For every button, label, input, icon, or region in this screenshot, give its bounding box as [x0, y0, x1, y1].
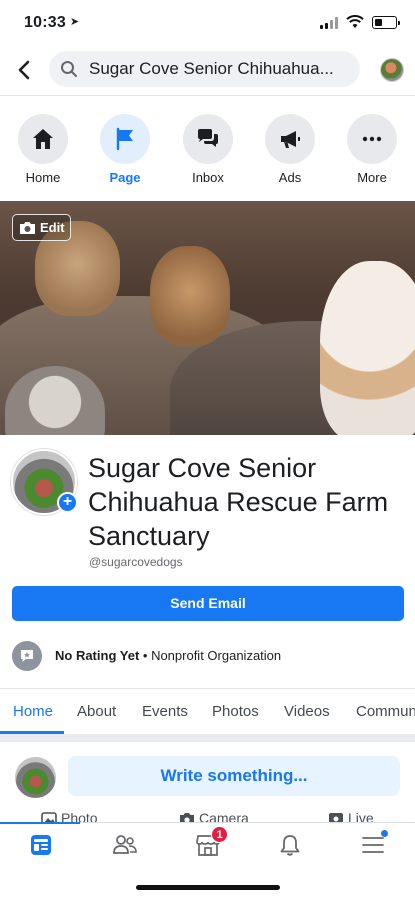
search-query: Sugar Cove Senior Chihuahua... [89, 59, 334, 78]
friends-icon [113, 835, 137, 854]
search-input[interactable]: Sugar Cove Senior Chihuahua... [49, 51, 360, 87]
action-inbox[interactable]: Inbox [176, 114, 240, 185]
rating-separator: • [139, 648, 152, 663]
tab-events[interactable]: Events [142, 703, 188, 720]
tab-community[interactable]: Commun [356, 703, 415, 720]
add-profile-photo-button[interactable]: + [57, 492, 78, 513]
rating-info: No Rating Yet • Nonprofit Organization [55, 648, 281, 663]
page-username: @sugarcovedogs [89, 555, 183, 569]
menu-icon [362, 837, 384, 853]
camera-icon [20, 222, 35, 234]
edit-cover-button[interactable]: Edit [12, 214, 71, 241]
more-dots-icon [362, 136, 382, 142]
cover-dog [150, 246, 230, 346]
action-more[interactable]: More [340, 114, 404, 185]
bell-icon [280, 835, 300, 856]
home-icon [33, 129, 53, 149]
section-separator [0, 734, 415, 742]
wifi-icon [346, 15, 364, 28]
status-bar: 10:33 ➤ [0, 0, 415, 46]
action-page[interactable]: Page [93, 114, 157, 185]
tab-about[interactable]: About [77, 703, 116, 720]
avatar[interactable] [380, 58, 404, 82]
search-header: Sugar Cove Senior Chihuahua... [0, 46, 415, 96]
nav-notifications[interactable] [249, 823, 332, 869]
feed-icon [31, 835, 51, 855]
page-title: Sugar Cove Senior Chihuahua Rescue Farm … [88, 453, 389, 551]
nav-menu[interactable] [332, 823, 415, 869]
action-ads[interactable]: Ads [258, 114, 322, 185]
home-indicator [136, 885, 280, 890]
flag-icon [116, 127, 133, 151]
cover-dog [320, 261, 415, 435]
cover-photo[interactable]: Edit [0, 201, 415, 435]
rating-status: No Rating Yet [55, 648, 140, 663]
review-icon [12, 641, 42, 671]
page-category: Nonprofit Organization [151, 648, 282, 663]
signal-icon [320, 17, 338, 29]
action-label: Home [25, 170, 61, 185]
tab-photos[interactable]: Photos [212, 703, 259, 720]
action-home[interactable]: Home [11, 114, 75, 185]
action-label: Ads [278, 170, 302, 185]
avatar[interactable] [15, 757, 56, 798]
nav-feed[interactable] [0, 823, 83, 869]
menu-notification-dot [381, 830, 388, 837]
back-arrow-icon[interactable] [14, 57, 36, 83]
edit-label: Edit [40, 220, 65, 235]
action-label: Page [109, 170, 141, 185]
location-icon: ➤ [70, 16, 80, 28]
nav-marketplace[interactable] [166, 823, 249, 869]
notification-badge: 1 [211, 826, 228, 843]
megaphone-icon [281, 131, 300, 148]
send-email-button[interactable]: Send Email [12, 586, 404, 621]
nav-friends[interactable] [83, 823, 166, 869]
divider [0, 688, 415, 689]
tab-home[interactable]: Home [13, 703, 53, 720]
action-label: Inbox [192, 170, 224, 185]
write-something-button[interactable]: Write something... [68, 756, 400, 796]
action-label: More [357, 170, 387, 185]
page-actions: Home Page Inbox Ads More [0, 114, 415, 194]
search-icon [61, 61, 77, 77]
battery-icon [372, 16, 400, 29]
chat-bubbles-icon [198, 129, 218, 147]
status-time: 10:33 [24, 14, 66, 31]
tab-videos[interactable]: Videos [284, 703, 330, 720]
